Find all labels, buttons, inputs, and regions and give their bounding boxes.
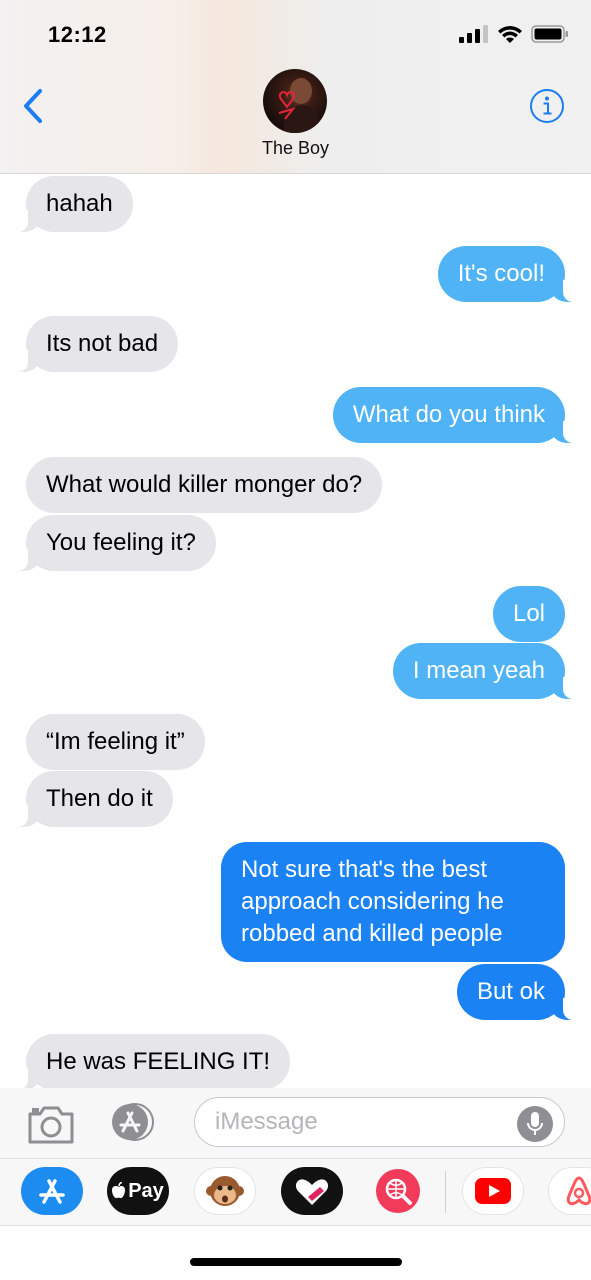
digital-touch-button[interactable] [281,1167,343,1215]
message-bubble-incoming[interactable]: hahah [16,176,133,232]
compose-bar [0,1088,591,1158]
chevron-left-icon [24,89,42,123]
message-bubble-outgoing[interactable]: What do you think [332,387,576,443]
contact-avatar[interactable] [263,69,327,133]
microphone-button[interactable] [517,1106,553,1142]
conversation-header: 12:12 The Boy [0,0,591,174]
message-bubble-incoming[interactable]: Then do it [16,771,173,827]
message-bubble-incoming[interactable]: What would killer monger do? [26,457,383,513]
message-bubble-outgoing[interactable]: I mean yeah [392,643,576,699]
message-bubble-incoming[interactable]: “Im feeling it” [26,714,205,770]
camera-button[interactable] [26,1104,76,1144]
camera-icon [28,1106,74,1144]
home-indicator[interactable] [190,1258,402,1266]
avatar-photo [278,78,321,133]
app-store-icon [39,1179,65,1204]
cellular-signal-icon [459,25,488,43]
apple-pay-icon [112,1182,126,1199]
message-bubble-outgoing[interactable]: Lol [492,586,565,642]
apple-pay-label: Pay [128,1179,164,1202]
back-button[interactable] [16,84,50,128]
microphone-icon [527,1112,543,1135]
contact-name[interactable]: The Boy [0,138,591,159]
message-bubble-incoming[interactable]: He was FEELING IT! [15,1034,291,1088]
status-icons [459,24,569,44]
wifi-icon [498,26,522,43]
message-bubble-outgoing[interactable]: It's cool! [437,246,576,302]
status-time: 12:12 [48,22,107,47]
info-button[interactable] [529,88,565,124]
message-list[interactable]: hahah It's cool! Its not bad What do you… [0,174,591,1088]
app-store-button[interactable] [108,1100,160,1144]
airbnb-icon [566,1176,591,1206]
battery-icon [531,25,568,43]
imessage-input[interactable] [194,1097,565,1147]
web-images-search-icon [376,1169,420,1213]
airbnb-button[interactable] [548,1167,591,1215]
message-bubble-outgoing[interactable]: But ok [456,964,576,1020]
digital-touch-icon [295,1179,329,1205]
animoji-monkey-icon [206,1176,244,1206]
app-drawer: Pay [0,1158,591,1226]
images-search-button[interactable] [367,1167,429,1215]
info-icon [530,89,564,123]
message-bubble-incoming[interactable]: Its not bad [15,316,179,372]
message-bubble-incoming[interactable]: You feeling it? [16,515,216,571]
drawer-divider [445,1171,446,1213]
youtube-icon [475,1178,511,1204]
app-store-app-button[interactable] [21,1167,83,1215]
app-store-icon [112,1103,154,1141]
animoji-button[interactable] [194,1167,256,1215]
message-bubble-outgoing[interactable]: Not sure that's the best approach consid… [221,842,565,962]
youtube-button[interactable] [462,1167,524,1215]
apple-pay-button[interactable]: Pay [107,1167,169,1215]
